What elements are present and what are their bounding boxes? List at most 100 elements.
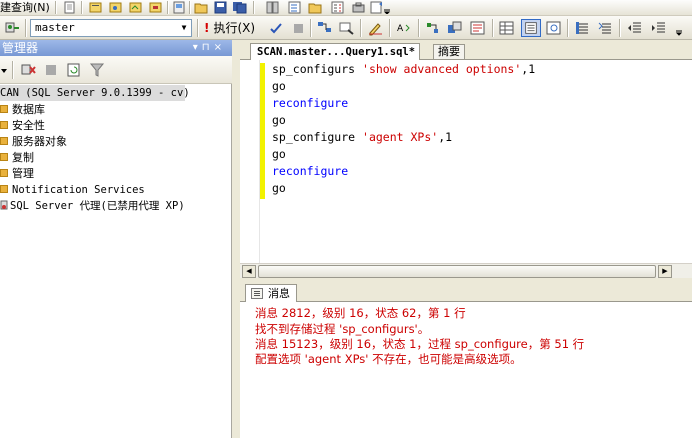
disconnect-icon[interactable] [20, 62, 37, 78]
new-file-icon[interactable] [62, 1, 77, 14]
save-all-icon[interactable] [232, 1, 247, 14]
specify-values-icon[interactable] [367, 20, 384, 36]
tree-item-label: SQL Server 代理(已禁用代理 XP) [10, 200, 185, 212]
database-selector-value: master [35, 21, 75, 34]
tree-item-label: 数据库 [12, 103, 45, 116]
close-icon[interactable]: × [214, 42, 226, 53]
new-query-button[interactable]: 建查询(N) [0, 0, 50, 15]
tree-item-security[interactable]: 安全性 [0, 118, 45, 134]
code-line: sp_configurs 'show advanced options',1 [272, 62, 536, 76]
folder-icon [0, 121, 8, 129]
stop-icon[interactable] [44, 63, 58, 77]
cancel-execute-icon[interactable] [290, 20, 307, 36]
intellisense-icon[interactable]: A [395, 20, 412, 36]
message-line: 配置选项 'agent XPs' 不存在，也可能是高级选项。 [255, 352, 522, 366]
chevron-down-icon[interactable]: ▼ [178, 21, 190, 35]
tab-query1[interactable]: SCAN.master...Query1.sql* [250, 43, 421, 60]
sql-mobile-icon[interactable] [172, 1, 187, 14]
code-line: go [272, 113, 286, 127]
comment-lines-icon[interactable] [574, 20, 591, 36]
dropdown-arrow-icon[interactable] [0, 63, 8, 77]
decrease-indent-icon[interactable] [626, 20, 643, 36]
object-explorer-icon[interactable] [287, 1, 302, 14]
folder-icon [0, 185, 8, 193]
parse-checkmark-icon[interactable] [268, 20, 285, 36]
mdx-query-icon[interactable] [128, 1, 143, 14]
save-icon[interactable] [213, 1, 228, 14]
toolbox-icon[interactable] [351, 1, 366, 14]
folder-icon [0, 105, 8, 113]
tree-item-server-objects[interactable]: 服务器对象 [0, 134, 67, 150]
xmla-query-icon[interactable] [148, 1, 163, 14]
analysis-query-icon[interactable] [108, 1, 123, 14]
execute-button[interactable]: ! 执行(X) [202, 19, 255, 37]
tab-messages-label: 消息 [268, 287, 290, 300]
tree-item-management[interactable]: 管理 [0, 166, 34, 182]
tree-item-databases[interactable]: 数据库 [0, 102, 45, 118]
messages-pane[interactable]: 消息 2812，级别 16，状态 62，第 1 行 找不到存储过程 'sp_co… [240, 302, 692, 438]
agent-disabled-icon [0, 200, 8, 210]
include-plan-icon[interactable] [425, 20, 442, 36]
tree-item-sql-agent[interactable]: SQL Server 代理(已禁用代理 XP) [0, 198, 185, 214]
refresh-icon[interactable] [66, 62, 82, 78]
client-stats-icon[interactable] [446, 20, 463, 36]
connect-icon[interactable] [4, 20, 21, 36]
document-tab-strip: SCAN.master...Query1.sql* 摘要 [240, 40, 692, 60]
code-line: sp_configure 'agent XPs',1 [272, 130, 453, 144]
editor-gutter [240, 60, 257, 263]
scroll-left-icon[interactable]: ◀ [242, 265, 256, 278]
messages-icon [251, 288, 263, 299]
toolbar2-options-icon[interactable] [673, 20, 685, 36]
uncomment-lines-icon[interactable] [597, 20, 614, 36]
editor-horizontal-scrollbar[interactable]: ◀ ▶ [240, 263, 692, 278]
tree-item-label: Notification Services [12, 184, 145, 196]
code-line: reconfigure [272, 164, 349, 178]
scroll-thumb[interactable] [258, 265, 656, 278]
registered-servers-icon[interactable] [265, 1, 280, 14]
db-engine-query-icon[interactable] [88, 1, 103, 14]
tab-messages[interactable]: 消息 [245, 284, 297, 302]
code-line: go [272, 147, 286, 161]
database-selector[interactable]: master ▼ [30, 19, 192, 37]
message-line: 消息 2812，级别 16，状态 62，第 1 行 [255, 306, 466, 320]
code-line: go [272, 181, 286, 195]
execute-icon: ! [204, 21, 210, 35]
filter-icon[interactable] [89, 62, 105, 78]
show-results-pane-icon[interactable] [545, 20, 562, 36]
tree-item-replication[interactable]: 复制 [0, 150, 34, 166]
tab-summary[interactable]: 摘要 [433, 44, 465, 59]
open-file-icon[interactable] [194, 1, 209, 14]
object-explorer-title: 管理器 [2, 41, 39, 55]
results-to-grid-icon[interactable] [498, 20, 515, 36]
folder-icon [0, 137, 8, 145]
pin-icon[interactable]: ⊓ [202, 42, 214, 53]
properties-icon[interactable] [330, 1, 345, 14]
folder-icon [0, 153, 8, 161]
execute-label: 执行(X) [213, 21, 256, 35]
template-explorer-icon[interactable] [308, 1, 323, 14]
results-to-text-icon[interactable] [469, 20, 486, 36]
panel-dropdown-icon[interactable]: ▾ [193, 42, 202, 53]
change-tracking-bar [260, 63, 265, 199]
message-line: 找不到存储过程 'sp_configurs'。 [255, 322, 430, 336]
query-editor[interactable]: sp_configurs 'show advanced options',1 g… [240, 60, 692, 263]
tree-item-label: 安全性 [12, 119, 45, 132]
object-explorer-tree: CAN (SQL Server 9.0.1399 - cv) 数据库 安全性 服… [0, 84, 232, 438]
object-explorer-toolbar [0, 56, 232, 84]
panel-splitter[interactable] [232, 40, 240, 438]
increase-indent-icon[interactable] [650, 20, 667, 36]
object-explorer-header: 管理器 ▾⊓× [0, 40, 232, 56]
tree-item-label: 服务器对象 [12, 135, 67, 148]
toolbar-options-icon[interactable] [382, 1, 392, 14]
scroll-right-icon[interactable]: ▶ [658, 265, 672, 278]
tree-item-label: 复制 [12, 151, 34, 164]
tree-item-notification-services[interactable]: Notification Services [0, 182, 145, 198]
query-designer-icon[interactable] [338, 20, 355, 36]
folder-icon [0, 169, 8, 177]
server-node[interactable]: CAN (SQL Server 9.0.1399 - cv) [0, 85, 190, 101]
message-line: 消息 15123，级别 16，状态 1，过程 sp_configure，第 51… [255, 337, 585, 351]
panel-controls: ▾⊓× [193, 40, 226, 56]
results-tab-strip: 消息 [240, 282, 692, 302]
display-plan-icon[interactable] [316, 20, 333, 36]
results-to-file-icon[interactable] [521, 19, 541, 37]
